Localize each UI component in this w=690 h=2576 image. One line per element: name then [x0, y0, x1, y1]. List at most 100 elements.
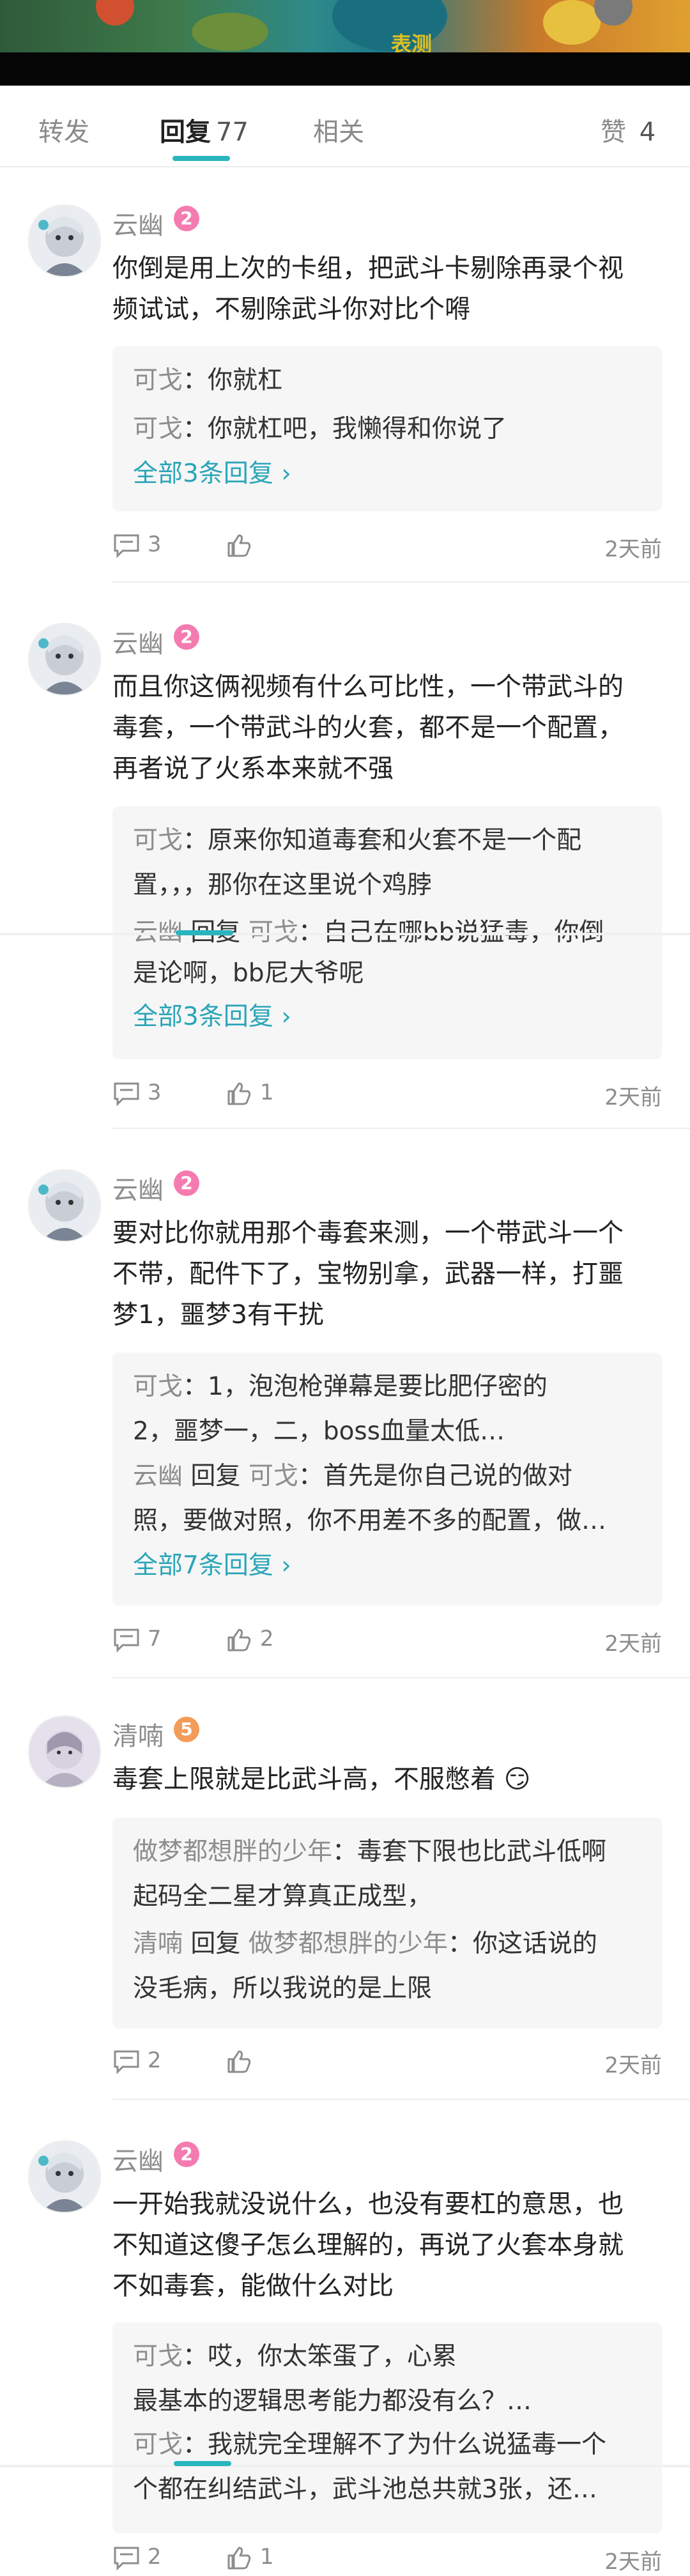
- tab-likes[interactable]: 赞 4: [601, 111, 656, 148]
- comment-actions: 2 2天前: [112, 2048, 662, 2080]
- thumbs-up-icon: [227, 2050, 251, 2073]
- reply-target[interactable]: 可戈: [249, 1462, 298, 1491]
- reply-author[interactable]: 可戈: [133, 2430, 183, 2459]
- username[interactable]: 云幽: [112, 204, 164, 241]
- post-image-banner[interactable]: 表测: [0, 0, 690, 52]
- comment-icon: [114, 2050, 139, 2074]
- tab-repost[interactable]: 转发: [38, 111, 89, 148]
- stitch-line: [0, 933, 690, 935]
- username[interactable]: 云幽: [112, 1169, 164, 1206]
- reply-text: ：原来你知道毒套和火套不是一个配: [183, 826, 582, 855]
- comment-text: 你倒是用上次的卡组，把武斗卡剔除再录个视 频试试，不剔除武斗你对比个嘚: [112, 248, 662, 330]
- reply-text: 置，，，那你在这里说个鸡脖: [133, 871, 433, 900]
- reply-author[interactable]: 做梦都想胖的少年: [133, 1837, 332, 1866]
- reply-author[interactable]: 清喃: [133, 1929, 183, 1958]
- comment-text-line: 频试试，不剔除武斗你对比个嘚: [112, 295, 470, 324]
- reply-line: 云幽 回复 可戈：首先是你自己说的做对: [133, 1456, 644, 1497]
- username[interactable]: 云幽: [112, 623, 164, 660]
- reply-preview-box[interactable]: 可戈：1，泡泡枪弹幕是要比肥仔密的 2，噩梦一，二，boss血量太低… 云幽 回…: [112, 1353, 662, 1606]
- tab-related[interactable]: 相关: [313, 111, 364, 148]
- tab-replies[interactable]: 回复 77: [160, 111, 249, 148]
- banner-text: 表测: [391, 32, 433, 52]
- reply-text: 照，要做对照，你不用差不多的配置，做…: [133, 1506, 607, 1535]
- reply-button[interactable]: 2: [112, 2048, 161, 2074]
- reply-preview-box[interactable]: 做梦都想胖的少年：毒套下限也比武斗低啊 起码全二星才算真正成型， 清喃 回复 做…: [112, 1818, 662, 2028]
- level-badge: 5: [174, 1717, 199, 1742]
- level-badge: 2: [174, 206, 199, 231]
- reply-button[interactable]: 3: [112, 532, 161, 558]
- comment-text: 毒套上限就是比武斗高，不服憋着 😏: [112, 1759, 662, 1800]
- thumbs-up-icon: [227, 1082, 251, 1105]
- banner-bottom-bar: [0, 52, 690, 86]
- reply-text: ：你就杠吧，我懒得和你说了: [183, 415, 507, 443]
- tab-bar: 转发 回复 77 相关 赞 4: [0, 86, 690, 167]
- reply-text: 个都在纠结武斗，武斗池总共就3张，还…: [133, 2475, 597, 2504]
- comment-text: 要对比你就用那个毒套来测，一个带武斗一个 不带，配件下了，宝物别拿，武器一样，打…: [112, 1213, 662, 1335]
- reply-preview-box[interactable]: 可戈：哎，你太笨蛋了，心累 最基本的逻辑思考能力都没有么？… 可戈：我就完全理解…: [112, 2322, 662, 2533]
- reply-button[interactable]: 2: [112, 2544, 161, 2571]
- avatar[interactable]: [28, 1715, 101, 1788]
- reply-button[interactable]: 7: [112, 1626, 161, 1653]
- reply-line: 清喃 回复 做梦都想胖的少年：你这话说的: [133, 1924, 644, 1965]
- like-button[interactable]: [225, 2048, 253, 2074]
- view-all-replies-link[interactable]: 全部3条回复 ›: [133, 997, 644, 1038]
- comment-item: 云幽 2 要对比你就用那个毒套来测，一个带武斗一个 不带，配件下了，宝物别拿，武…: [0, 1169, 690, 1680]
- reply-line: 可戈：我就完全理解不了为什么说猛毒一个: [133, 2425, 644, 2465]
- reply-word: 回复: [190, 1462, 241, 1491]
- reply-author[interactable]: 可戈: [133, 366, 183, 395]
- reply-button[interactable]: 3: [112, 1080, 161, 1107]
- reply-text: ：毒套下限也比武斗低啊: [332, 1837, 607, 1866]
- comment-actions: 2 1 2天前: [112, 2544, 662, 2576]
- comment-text-line: 梦1，噩梦3有干扰: [112, 1300, 324, 1330]
- reply-preview-box[interactable]: 可戈：你就杠 可戈：你就杠吧，我懒得和你说了 全部3条回复 ›: [112, 346, 662, 511]
- avatar[interactable]: [28, 623, 101, 696]
- reply-author[interactable]: 可戈: [133, 826, 183, 855]
- reply-author[interactable]: 可戈: [133, 2342, 183, 2371]
- tab-label: 相关: [313, 118, 364, 147]
- reply-author[interactable]: 云幽: [133, 1462, 183, 1491]
- tab-label: 回复: [160, 118, 211, 147]
- like-count: 2: [259, 1626, 274, 1652]
- like-button[interactable]: 1: [225, 1080, 273, 1107]
- comment-text-line: 而且你这俩视频有什么可比性，一个带武斗的: [112, 672, 624, 702]
- comment-divider: [112, 2099, 690, 2100]
- view-all-replies-link[interactable]: 全部3条回复 ›: [133, 454, 644, 494]
- level-badge: 2: [174, 2142, 199, 2167]
- like-button[interactable]: 2: [225, 1626, 273, 1653]
- reply-line: 做梦都想胖的少年：毒套下限也比武斗低啊: [133, 1832, 644, 1873]
- like-button[interactable]: [225, 532, 253, 558]
- view-all-replies-link[interactable]: 全部7条回复 ›: [133, 1545, 644, 1586]
- comment-time: 2天前: [604, 2053, 662, 2078]
- username[interactable]: 清喃: [112, 1715, 164, 1752]
- reply-target[interactable]: 做梦都想胖的少年: [249, 1929, 448, 1958]
- avatar[interactable]: [28, 1169, 101, 1242]
- level-badge: 2: [174, 1170, 199, 1196]
- reply-text: 2，噩梦一，二，boss血量太低…: [133, 1417, 505, 1446]
- reply-author[interactable]: 可戈: [133, 415, 183, 443]
- reply-text: ：我就完全理解不了为什么说猛毒一个: [183, 2430, 607, 2459]
- comment-icon: [114, 1629, 139, 1653]
- stitch-line: [0, 2465, 690, 2467]
- thumbs-up-icon: [227, 534, 251, 556]
- reply-line: 个都在纠结武斗，武斗池总共就3张，还…: [133, 2469, 644, 2510]
- reply-text: 最基本的逻辑思考能力都没有么？…: [133, 2387, 532, 2416]
- reply-word: 回复: [190, 1929, 241, 1958]
- comment-count: 7: [147, 1626, 162, 1652]
- reply-line: 可戈：你就杠: [133, 360, 644, 401]
- like-button[interactable]: 1: [225, 2544, 273, 2571]
- reply-line: 最基本的逻辑思考能力都没有么？…: [133, 2381, 644, 2422]
- comment-text-line: 不带，配件下了，宝物别拿，武器一样，打噩: [112, 1259, 624, 1289]
- avatar[interactable]: [28, 204, 101, 277]
- reply-text: ：你就杠: [183, 366, 283, 395]
- comment-text-line: 毒套，一个带武斗的火套，都不是一个配置，: [112, 713, 624, 742]
- comment-text-line: 不知道这傻子怎么理解的，再说了火套本身就: [112, 2230, 624, 2260]
- avatar[interactable]: [28, 2140, 101, 2213]
- comment-item: 云幽 2 而且你这俩视频有什么可比性，一个带武斗的 毒套，一个带武斗的火套，都不…: [0, 623, 690, 1134]
- reply-line: 可戈：你就杠吧，我懒得和你说了: [133, 409, 644, 450]
- username[interactable]: 云幽: [112, 2140, 164, 2177]
- comment-text-line: 要对比你就用那个毒套来测，一个带武斗一个: [112, 1218, 624, 1248]
- reply-line: 置，，，那你在这里说个鸡脖: [133, 865, 644, 906]
- reply-line: 起码全二星才算真正成型，: [133, 1876, 644, 1917]
- reply-author[interactable]: 可戈: [133, 1372, 183, 1401]
- reply-text: ：1，泡泡枪弹幕是要比肥仔密的: [183, 1372, 548, 1401]
